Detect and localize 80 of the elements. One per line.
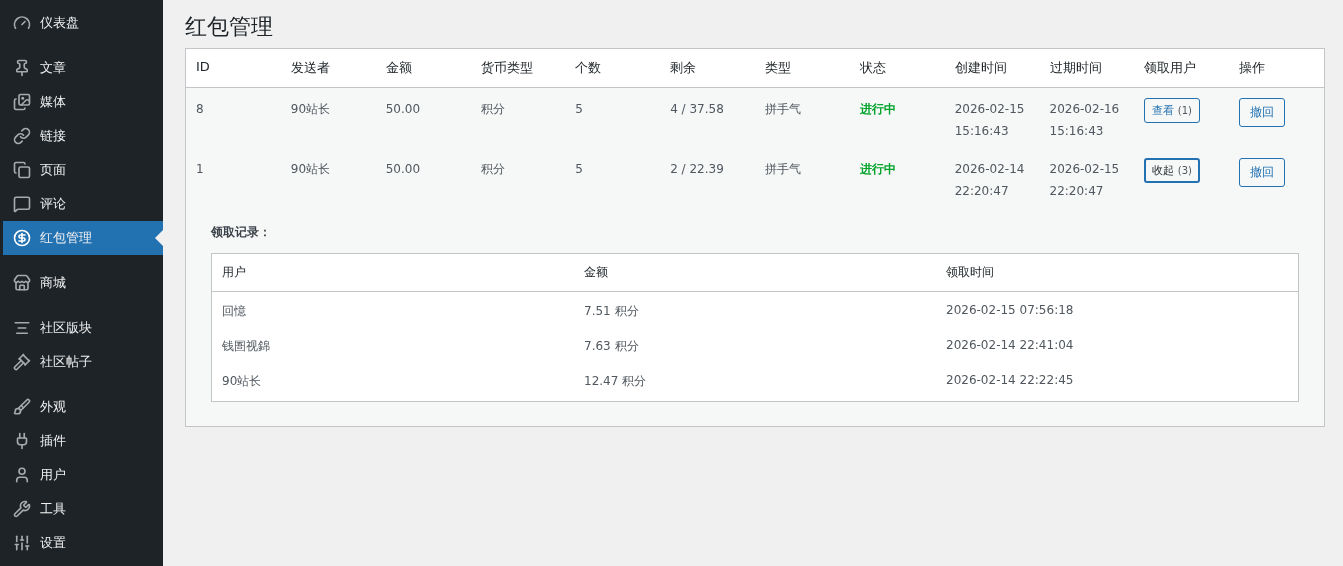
wrench-icon: [13, 500, 31, 518]
table-cell-text: 5: [574, 161, 584, 178]
sidebar-item[interactable]: 媒体: [3, 85, 163, 119]
pin-icon: [13, 59, 31, 77]
sidebar-item[interactable]: 仪表盘: [3, 6, 163, 40]
revoke-button[interactable]: 撤回: [1239, 98, 1286, 127]
lines-icon: [13, 319, 31, 337]
link-icon: [13, 127, 31, 145]
claimers-button[interactable]: 查看 (1): [1144, 98, 1200, 123]
table-cell-text: 拼手气: [764, 101, 802, 118]
table-cell-text: 90站长: [289, 101, 332, 118]
column-header: 金额: [583, 264, 609, 281]
gauge-icon: [13, 14, 31, 32]
comment-icon: [13, 195, 31, 213]
table-cell-text: 7.51 积分: [583, 303, 640, 320]
table-cell-text: 1: [195, 161, 205, 178]
column-header: 发送者: [289, 59, 331, 77]
records-title: 领取记录：: [211, 224, 272, 241]
table-cell-text: 2026-02-14 22:41:04: [945, 337, 1075, 354]
store-icon: [13, 274, 31, 292]
table-cell-text: 2026-02-15 07:56:18: [945, 302, 1075, 319]
table-cell-text: 90站长: [221, 373, 263, 390]
sidebar-item[interactable]: 页面: [3, 153, 163, 187]
column-header: 类型: [764, 59, 792, 77]
brush-icon: [13, 398, 31, 416]
page-title: 红包管理: [185, 13, 274, 41]
sidebar-item[interactable]: 链接: [3, 119, 163, 153]
sidebar-item[interactable]: 工具: [3, 492, 163, 526]
table-cell-text: 50.00: [384, 161, 421, 178]
table-cell-text: 50.00: [384, 101, 421, 118]
column-header: 领取用户: [1143, 59, 1198, 77]
column-header: 金额: [384, 59, 413, 77]
sidebar-item[interactable]: 社区帖子: [3, 345, 163, 379]
table-cell-text: 8: [195, 101, 205, 118]
table-cell-text: 2026-02-14 22:22:45: [945, 372, 1075, 389]
sidebar-item[interactable]: 插件: [3, 424, 163, 458]
table-cell-text: 2026-02-15 15:16:43: [953, 101, 1026, 140]
column-header: 操作: [1238, 59, 1267, 77]
pages-icon: [13, 161, 31, 179]
table-cell-text: 7.63 积分: [583, 338, 640, 355]
table-cell-text: 积分: [479, 161, 506, 178]
sidebar-item[interactable]: 红包管理: [3, 221, 163, 255]
table-cell-text: 12.47 积分: [583, 373, 648, 390]
column-header: 用户: [221, 264, 247, 281]
sidebar-item[interactable]: 商城: [3, 266, 163, 300]
sidebar-item[interactable]: 用户: [3, 458, 163, 492]
column-header: 货币类型: [479, 59, 534, 77]
status-text: 进行中: [858, 101, 897, 118]
column-header: 创建时间: [953, 59, 1008, 77]
column-header: 状态: [858, 59, 887, 77]
status-text: 进行中: [858, 161, 897, 178]
column-header: 领取时间: [945, 264, 995, 281]
sidebar-item[interactable]: 设置: [3, 526, 163, 560]
column-header: 剩余: [669, 59, 698, 77]
gavel-icon: [13, 353, 31, 371]
media-icon: [13, 93, 31, 111]
table-cell-text: 4 / 37.58: [669, 101, 725, 118]
table-cell-text: 2026-02-14 22:20:47: [953, 161, 1026, 200]
dollar-icon: [13, 229, 31, 247]
revoke-button[interactable]: 撤回: [1239, 158, 1286, 187]
user-icon: [13, 466, 31, 484]
table-cell-text: 拼手气: [764, 161, 802, 178]
column-header: 个数: [574, 59, 603, 77]
table-cell-text: 积分: [479, 101, 506, 118]
table-cell-text: 90站长: [289, 161, 332, 178]
current-pointer: [155, 230, 163, 246]
table-cell-text: 2026-02-16 15:16:43: [1048, 101, 1121, 140]
table-cell-text: 钱圄视錦: [221, 338, 271, 355]
sliders-icon: [13, 534, 31, 552]
sidebar-item[interactable]: 评论: [3, 187, 163, 221]
column-header: 过期时间: [1048, 59, 1103, 77]
sidebar-item[interactable]: 文章: [3, 51, 163, 85]
sidebar-item[interactable]: 外观: [3, 390, 163, 424]
table-cell-text: 2 / 22.39: [669, 161, 725, 178]
claimers-button[interactable]: 收起 (3): [1144, 158, 1200, 183]
table-cell-text: 5: [574, 101, 584, 118]
table-cell-text: 2026-02-15 22:20:47: [1048, 161, 1121, 200]
sidebar-item[interactable]: 社区版块: [3, 311, 163, 345]
column-header: ID: [195, 58, 211, 76]
table-cell-text: 回憶: [221, 303, 247, 320]
